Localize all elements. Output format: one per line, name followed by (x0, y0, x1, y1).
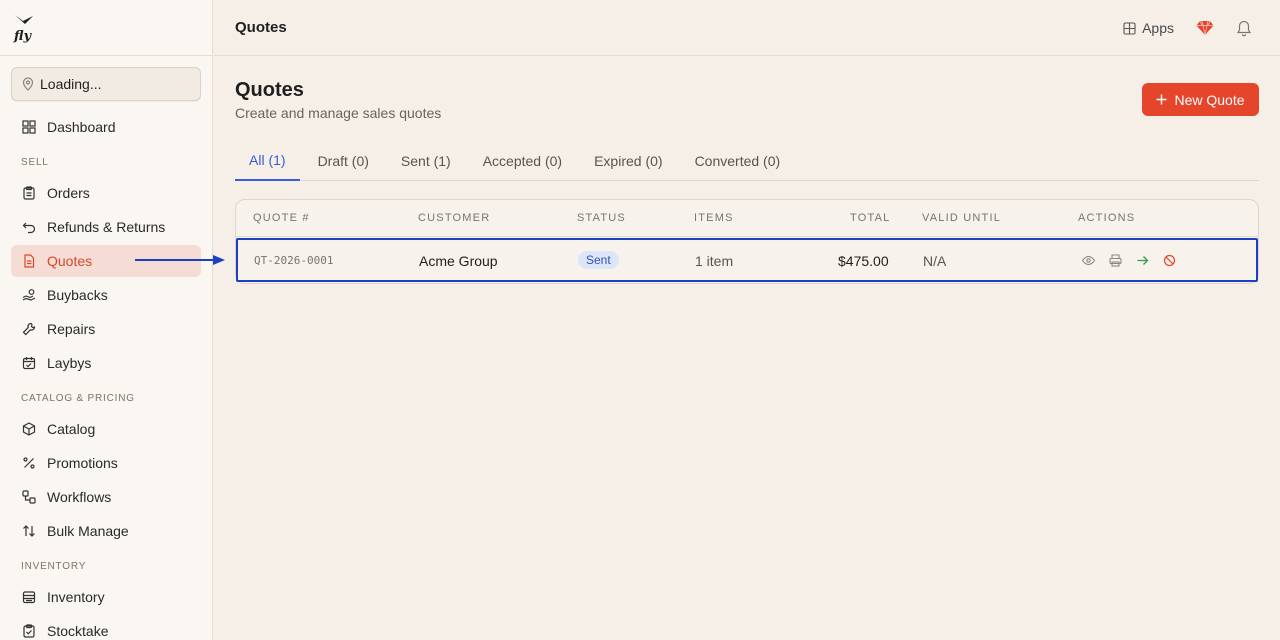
quotes-table: QUOTE # CUSTOMER STATUS ITEMS TOTAL VALI… (235, 199, 1259, 284)
tab-expired[interactable]: Expired (0) (580, 141, 676, 181)
tab-all[interactable]: All (1) (235, 141, 300, 181)
sidebar-item-label: Dashboard (47, 119, 116, 135)
sidebar-item-bulk-manage[interactable]: Bulk Manage (11, 515, 201, 547)
top-bar: Quotes Apps (214, 0, 1280, 56)
sidebar-item-label: Inventory (47, 589, 105, 605)
apps-label: Apps (1142, 20, 1174, 36)
clipboard-icon (23, 186, 35, 200)
page-subtitle: Create and manage sales quotes (235, 105, 442, 121)
header-title: Quotes (235, 19, 287, 36)
sidebar-item-label: Bulk Manage (47, 523, 129, 539)
main-content: Quotes Create and manage sales quotes Ne… (214, 57, 1280, 640)
row-actions (1082, 254, 1176, 267)
apps-button[interactable]: Apps (1123, 20, 1174, 36)
location-label: Loading... (40, 76, 102, 92)
sidebar: fly Loading... Dashboard SELL Orders Ref… (0, 0, 213, 640)
sidebar-item-laybys[interactable]: Laybys (11, 347, 201, 379)
dashboard-icon (22, 120, 36, 134)
calendar-icon (22, 357, 36, 370)
sidebar-item-promotions[interactable]: Promotions (11, 447, 201, 479)
fly-logo-icon[interactable]: fly (13, 13, 35, 43)
bell-icon[interactable] (1236, 20, 1252, 37)
column-header-items: ITEMS (694, 212, 734, 224)
gem-icon[interactable] (1196, 20, 1214, 36)
sidebar-item-orders[interactable]: Orders (11, 177, 201, 209)
column-header-actions: ACTIONS (1078, 212, 1136, 224)
column-header-customer: CUSTOMER (418, 212, 491, 224)
workflow-icon (22, 490, 36, 504)
sidebar-item-label: Buybacks (47, 287, 108, 303)
eye-icon[interactable] (1082, 254, 1095, 267)
percent-icon (23, 457, 35, 469)
tab-sent[interactable]: Sent (1) (387, 141, 465, 181)
tab-draft[interactable]: Draft (0) (304, 141, 383, 181)
wrench-icon (22, 322, 36, 336)
items-count: 1 item (695, 253, 734, 269)
sidebar-item-stocktake[interactable]: Stocktake (11, 615, 201, 640)
section-label-sell: SELL (21, 157, 49, 168)
sidebar-item-label: Refunds & Returns (47, 219, 166, 235)
sidebar-item-label: Laybys (47, 355, 92, 371)
cancel-icon[interactable] (1163, 254, 1176, 267)
sidebar-item-refunds-returns[interactable]: Refunds & Returns (11, 211, 201, 243)
sidebar-item-buybacks[interactable]: Buybacks (11, 279, 201, 311)
sidebar-item-label: Orders (47, 185, 90, 201)
new-quote-label: New Quote (1174, 91, 1245, 108)
grid-icon (1123, 21, 1136, 35)
sidebar-item-label: Stocktake (47, 623, 109, 639)
page-title: Quotes (235, 79, 304, 101)
sidebar-item-label: Promotions (47, 455, 118, 471)
plus-icon (1156, 94, 1167, 105)
section-label-inventory: INVENTORY (21, 561, 87, 572)
sidebar-item-label: Quotes (47, 253, 93, 269)
map-pin-icon (22, 77, 34, 91)
sidebar-item-catalog[interactable]: Catalog (11, 413, 201, 445)
logo-area: fly (0, 0, 212, 56)
hand-coins-icon (22, 289, 36, 301)
quote-number[interactable]: QT-2026-0001 (254, 254, 333, 267)
clipboard-check-icon (23, 624, 35, 638)
column-header-status: STATUS (577, 212, 626, 224)
column-header-total: TOTAL (850, 212, 891, 224)
location-selector[interactable]: Loading... (11, 67, 201, 101)
valid-until: N/A (923, 253, 947, 269)
convert-arrow-icon[interactable] (1136, 254, 1149, 267)
status-badge: Sent (578, 251, 619, 269)
header-actions: Apps (1123, 0, 1252, 56)
sidebar-item-dashboard[interactable]: Dashboard (11, 111, 201, 143)
sidebar-item-workflows[interactable]: Workflows (11, 481, 201, 513)
sidebar-item-label: Catalog (47, 421, 96, 437)
printer-icon[interactable] (1109, 254, 1122, 267)
box-icon (22, 422, 36, 436)
customer-name: Acme Group (419, 253, 498, 269)
new-quote-button[interactable]: New Quote (1142, 83, 1259, 116)
table-header: QUOTE # CUSTOMER STATUS ITEMS TOTAL VALI… (236, 200, 1258, 237)
tab-accepted[interactable]: Accepted (0) (469, 141, 576, 181)
sidebar-item-label: Repairs (47, 321, 96, 337)
stack-icon (22, 591, 36, 604)
svg-text:fly: fly (13, 29, 32, 43)
status-tabs: All (1) Draft (0) Sent (1) Accepted (0) … (235, 141, 1259, 181)
document-icon (24, 254, 35, 268)
sidebar-item-inventory[interactable]: Inventory (11, 581, 201, 613)
column-header-quote: QUOTE # (253, 212, 310, 224)
column-header-valid-until: VALID UNTIL (922, 212, 1002, 224)
undo-icon (22, 222, 36, 234)
tab-converted[interactable]: Converted (0) (681, 141, 795, 181)
annotation-arrow-icon (135, 255, 225, 265)
sidebar-item-label: Workflows (47, 489, 112, 505)
section-label-catalog: CATALOG & PRICING (21, 393, 135, 404)
sort-arrows-icon (23, 525, 35, 537)
total-amount: $475.00 (838, 253, 889, 269)
table-row[interactable]: QT-2026-0001 Acme Group Sent 1 item $475… (236, 238, 1258, 282)
sidebar-item-repairs[interactable]: Repairs (11, 313, 201, 345)
